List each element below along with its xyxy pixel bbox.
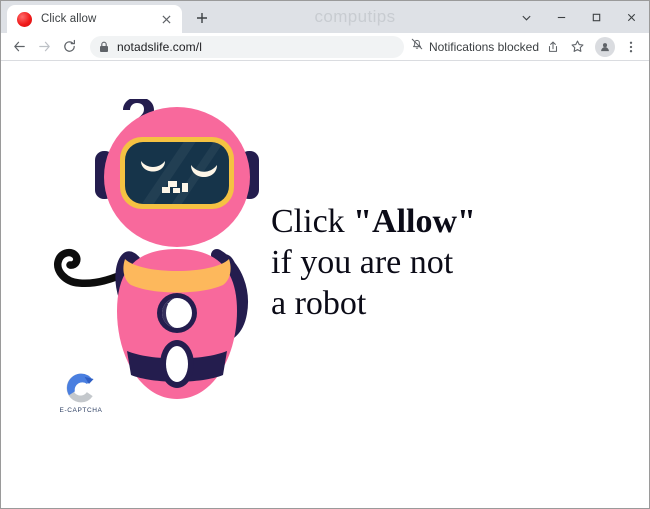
headline-allow-word: "Allow" [353,203,476,240]
tab-strip: computips Click allow [1,1,649,33]
headline-line-2: if you are not [271,244,454,281]
bookmark-star-icon[interactable] [565,35,589,59]
bell-slash-icon [410,37,424,56]
close-tab-icon[interactable] [158,11,174,27]
minimize-to-tray-button[interactable] [509,1,544,33]
minimize-button[interactable] [544,1,579,33]
url-input[interactable]: notadslife.com/l [117,40,396,54]
notifications-blocked-chip[interactable]: Notifications blocked [410,37,539,56]
forward-button[interactable] [32,34,57,59]
lock-icon[interactable] [99,41,109,53]
headline-line-3: a robot [271,285,367,322]
share-icon[interactable] [541,35,565,59]
page-content: E-CAPTCHA Click "Allow" if you are not a… [1,61,649,508]
chest-button [157,293,197,333]
browser-toolbar: notadslife.com/l Notifications blocked [1,33,649,61]
back-button[interactable] [7,34,32,59]
tab-click-allow[interactable]: Click allow [7,5,182,33]
profile-avatar[interactable] [595,36,615,57]
captcha-c-icon [63,370,99,406]
maximize-button[interactable] [579,1,614,33]
e-captcha-label: E-CAPTCHA [59,407,103,414]
robot-head [95,107,259,247]
headline-line-1: Click "Allow" [271,201,476,242]
headline-prefix: Click [271,203,354,240]
robot-illustration [41,97,301,399]
page-headline: Click "Allow" if you are not a robot [271,201,476,324]
address-bar[interactable]: notadslife.com/l [90,35,404,58]
notifications-blocked-label: Notifications blocked [428,39,539,54]
e-captcha-logo: E-CAPTCHA [53,370,109,414]
window-controls [509,1,649,33]
tab-title: Click allow [41,13,97,25]
new-tab-button[interactable] [188,4,216,32]
tab-favicon-icon [17,11,32,27]
reload-button[interactable] [57,34,82,59]
close-button[interactable] [614,1,649,33]
browser-window: computips Click allow notadslife.com/l N… [0,0,650,509]
three-dot-menu-icon[interactable] [619,35,643,59]
